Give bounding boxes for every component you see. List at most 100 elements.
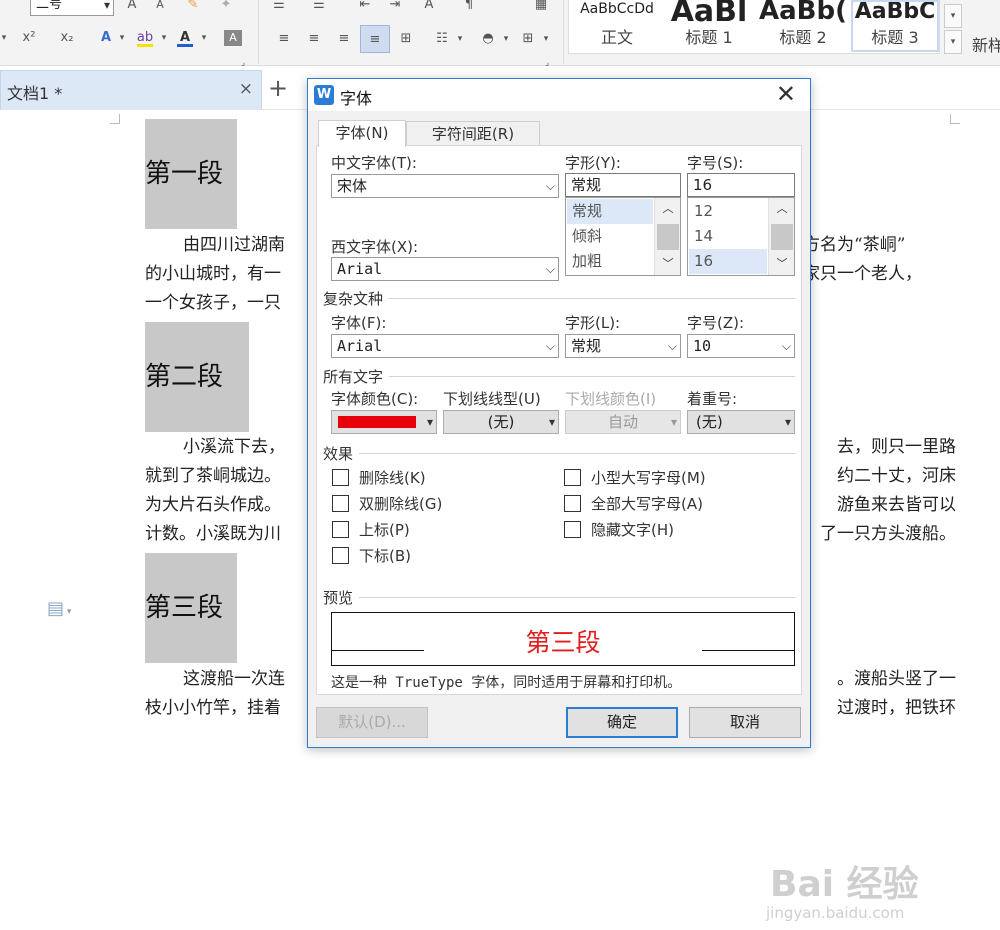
chinese-font-select[interactable]: 宋体 ⌵ [331, 174, 559, 198]
scroll-down-icon[interactable]: ﹀ [769, 253, 795, 275]
superscript-label[interactable]: 上标(P) [359, 519, 410, 540]
small-caps-label[interactable]: 小型大写字母(M) [591, 467, 706, 488]
cancel-button[interactable]: 取消 [689, 707, 801, 738]
superscript-button[interactable]: x² [18, 27, 40, 49]
close-icon[interactable]: ✕ [776, 80, 796, 108]
document-tab[interactable]: 文档1 * × [0, 70, 262, 110]
size-option[interactable]: 14 [689, 224, 767, 249]
scroll-up-icon[interactable]: ︿ [769, 198, 795, 220]
subscript-button[interactable]: x₂ [56, 27, 78, 49]
western-font-select[interactable]: Arial ⌵ [331, 257, 559, 281]
style-scrollbar[interactable]: ︿ ﹀ [654, 198, 680, 275]
all-caps-checkbox[interactable] [564, 495, 581, 512]
tab-font[interactable]: 字体(N) [318, 120, 406, 147]
paragraph-1-tail[interactable]: 边方名为“茶峒” 人家只一个老人， [786, 231, 956, 289]
subscript-checkbox[interactable] [332, 547, 349, 564]
scroll-thumb[interactable] [771, 224, 793, 250]
char-shading-icon[interactable]: A [224, 30, 242, 46]
show-marks-icon[interactable]: ¶ [460, 0, 478, 16]
table-icon[interactable]: ▦ [532, 0, 550, 16]
grow-font-icon[interactable]: A [124, 0, 140, 16]
ok-button[interactable]: 确定 [566, 707, 678, 738]
watermark: Bai 经验 jingyan.baidu.com [760, 840, 990, 930]
complex-size-label: 字号(Z): [687, 314, 745, 332]
style-option[interactable]: 加粗 [567, 249, 653, 274]
heading-3[interactable]: 第三段 [145, 553, 237, 663]
heading-2[interactable]: 第二段 [145, 322, 249, 432]
size-scrollbar[interactable]: ︿ ﹀ [768, 198, 794, 275]
underline-style-select[interactable]: (无) ▾ [443, 410, 559, 434]
complex-size-select[interactable]: 10 ⌵ [687, 334, 795, 358]
line-spacing-icon[interactable]: ☷ [432, 28, 452, 50]
outdent-icon[interactable]: ⇤ [356, 0, 374, 16]
dropdown-arrow-icon[interactable]: ▾ [0, 27, 8, 49]
text-effect-icon[interactable]: A [98, 27, 114, 49]
new-tab-icon[interactable]: + [268, 74, 288, 102]
style-heading-2[interactable]: AaBb(标题 2 [757, 0, 849, 50]
bullets-icon[interactable]: ☰ [270, 0, 288, 16]
all-caps-label[interactable]: 全部大写字母(A) [591, 493, 703, 514]
heading-1[interactable]: 第一段 [145, 119, 237, 229]
gallery-scroll-icon[interactable]: ▾ [944, 4, 962, 28]
align-left-icon[interactable]: ≡ [274, 28, 294, 50]
distribute-icon[interactable]: ⊞ [396, 28, 416, 50]
size-input[interactable]: 16 [687, 173, 795, 197]
strikethrough-checkbox[interactable] [332, 469, 349, 486]
shrink-font-icon[interactable]: A [152, 0, 168, 16]
align-center-icon[interactable]: ≡ [304, 28, 324, 50]
new-style-label[interactable]: 新样 [972, 32, 1000, 56]
format-painter-icon[interactable]: ✎ [185, 0, 201, 16]
style-listbox[interactable]: 常规 倾斜 加粗 ︿ ﹀ [565, 197, 681, 276]
double-strikethrough-label[interactable]: 双删除线(G) [359, 493, 442, 514]
sort-icon[interactable]: A [420, 0, 438, 16]
style-input[interactable]: 常规 [565, 173, 681, 197]
scroll-up-icon[interactable]: ︿ [655, 198, 681, 220]
hidden-text-label[interactable]: 隐藏文字(H) [591, 519, 674, 540]
hidden-text-checkbox[interactable] [564, 521, 581, 538]
align-right-icon[interactable]: ≡ [334, 28, 354, 50]
document-outline-icon[interactable]: ▤ ▾ [47, 598, 71, 619]
dialog-titlebar[interactable]: W 字体 ✕ [308, 79, 810, 111]
dropdown-arrow-icon[interactable]: ▾ [502, 28, 510, 50]
numbering-icon[interactable]: ☰ [310, 0, 328, 16]
clear-format-icon[interactable]: ✦ [218, 0, 234, 16]
style-option[interactable]: 倾斜 [567, 224, 653, 249]
small-caps-checkbox[interactable] [564, 469, 581, 486]
size-option[interactable]: 12 [689, 199, 767, 224]
font-color-select[interactable]: ▾ [331, 410, 437, 434]
tab-character-spacing[interactable]: 字符间距(R) [406, 121, 540, 146]
borders-icon[interactable]: ⊞ [518, 28, 538, 50]
shading-icon[interactable]: ◓ [478, 28, 498, 50]
scroll-thumb[interactable] [657, 224, 679, 250]
font-size-combo[interactable]: 二号 ▾ [30, 0, 114, 16]
complex-font-select[interactable]: Arial ⌵ [331, 334, 559, 358]
strikethrough-label[interactable]: 删除线(K) [359, 467, 426, 488]
complex-style-select[interactable]: 常规 ⌵ [565, 334, 681, 358]
style-normal[interactable]: AaBbCcDd 正文 [571, 0, 663, 50]
gallery-expand-icon[interactable]: ▾ [944, 30, 962, 54]
style-heading-3[interactable]: AaBbC 标题 3 [851, 0, 939, 52]
scroll-down-icon[interactable]: ﹀ [655, 253, 681, 275]
size-listbox[interactable]: 12 14 16 ︿ ﹀ [687, 197, 795, 276]
paragraph-3-tail[interactable]: 。渡船头竖了一 过渡时，把铁环 [806, 665, 956, 723]
dropdown-arrow-icon[interactable]: ▾ [200, 27, 208, 49]
dropdown-arrow-icon[interactable]: ▾ [456, 28, 464, 50]
indent-icon[interactable]: ⇥ [386, 0, 404, 16]
justify-icon[interactable]: ≡ [360, 25, 390, 53]
style-option[interactable]: 常规 [567, 199, 653, 224]
underline-color-select[interactable]: 自动 ▾ [565, 410, 681, 434]
paragraph-2-tail[interactable]: 去，则只一里路 约二十丈，河床 游鱼来去皆可以 了一只方头渡船。 [806, 433, 956, 549]
style-heading-1[interactable]: AaBl 标题 1 [665, 0, 753, 50]
superscript-checkbox[interactable] [332, 521, 349, 538]
dropdown-arrow-icon[interactable]: ▾ [118, 27, 126, 49]
subscript-label[interactable]: 下标(B) [359, 545, 411, 566]
dropdown-arrow-icon[interactable]: ▾ [542, 28, 550, 50]
close-icon[interactable]: × [239, 79, 253, 99]
double-strikethrough-checkbox[interactable] [332, 495, 349, 512]
margin-corner-mark [110, 114, 120, 124]
emphasis-select[interactable]: (无) ▾ [687, 410, 795, 434]
default-button[interactable]: 默认(D)... [316, 707, 428, 738]
size-label: 字号(S): [687, 154, 744, 172]
dropdown-arrow-icon[interactable]: ▾ [160, 27, 168, 49]
size-option[interactable]: 16 [689, 249, 767, 274]
